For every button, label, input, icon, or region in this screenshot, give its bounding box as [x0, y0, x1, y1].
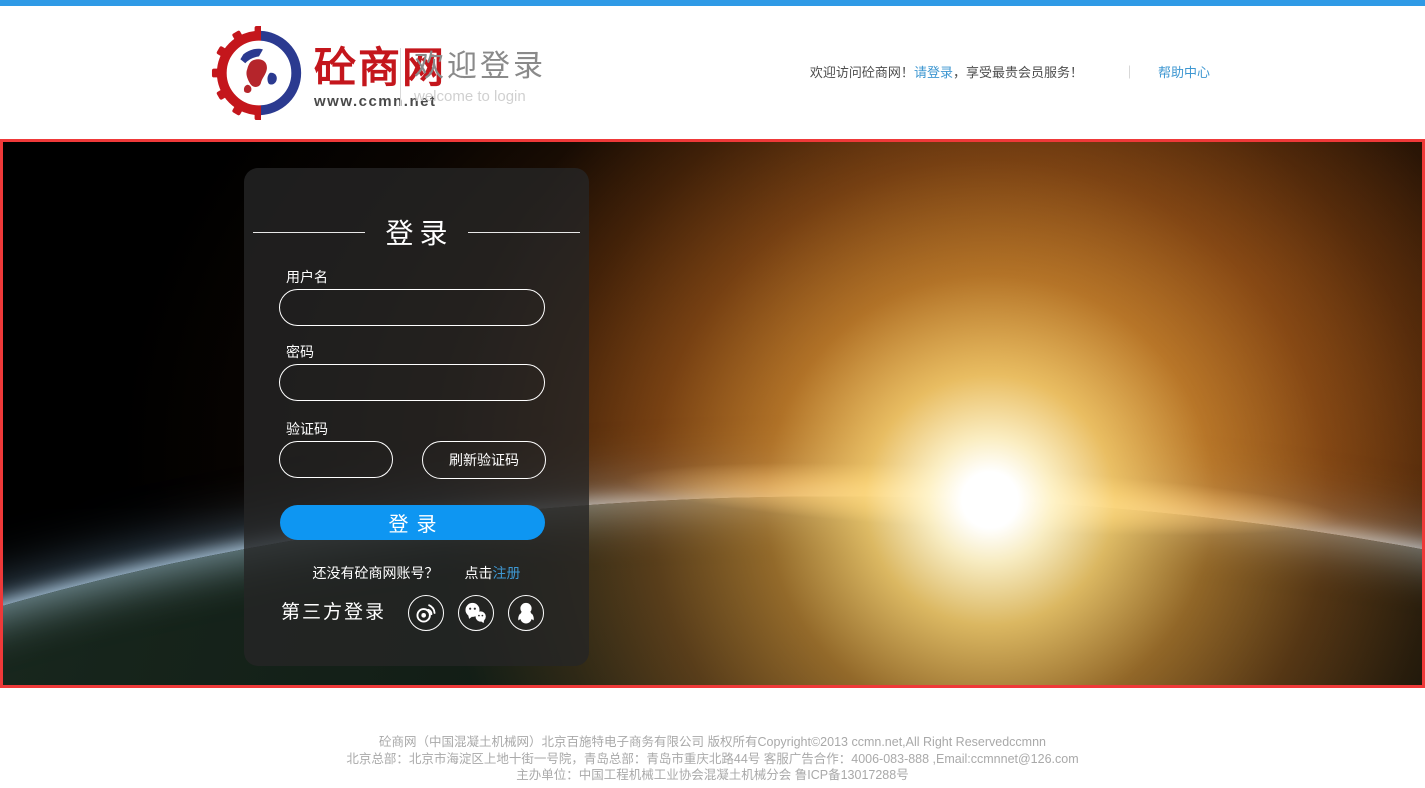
third-party-login-row: 第三方登录 — [281, 595, 558, 631]
footer-contact-line: 北京总部：北京市海淀区上地十街一号院，青岛总部：青岛市重庆北路44号 客服广告合… — [0, 751, 1425, 768]
register-link[interactable]: 注册 — [493, 563, 521, 583]
weibo-icon — [412, 599, 440, 627]
site-logo[interactable]: 砼商网 www.ccmn.net — [210, 24, 446, 122]
username-label: 用户名 — [286, 267, 328, 287]
qq-icon — [512, 599, 540, 627]
title-line-right — [468, 232, 580, 233]
header: 砼商网 www.ccmn.net 欢迎登录 welcome to login 欢… — [0, 6, 1425, 139]
password-label: 密码 — [286, 342, 314, 362]
please-login-link[interactable]: 请登录 — [914, 62, 953, 81]
footer-organizer-line: 主办单位：中国工程机械工业协会混凝土机械分会 鲁ICP备13017288号 — [0, 767, 1425, 784]
login-title: 登录 — [385, 212, 453, 252]
gear-globe-logo-icon — [210, 24, 308, 122]
visit-notice-prefix: 欢迎访问砼商网！ — [810, 62, 914, 81]
page-title: 欢迎登录 — [414, 50, 546, 84]
captcha-input[interactable] — [279, 441, 393, 478]
password-input[interactable] — [279, 364, 545, 401]
footer: 砼商网（中国混凝土机械网）北京百施特电子商务有限公司 版权所有Copyright… — [0, 734, 1425, 784]
hero-banner: 登录 用户名 密码 验证码 刷新验证码 登录 还没有砼商网账号？ 点击 注册 第… — [0, 139, 1425, 688]
click-text: 点击 — [465, 563, 493, 583]
help-center-link[interactable]: 帮助中心 — [1158, 62, 1210, 81]
username-input[interactable] — [279, 289, 545, 326]
login-page: 砼商网 www.ccmn.net 欢迎登录 welcome to login 欢… — [0, 0, 1425, 788]
wechat-login-button[interactable] — [458, 595, 494, 631]
login-button[interactable]: 登录 — [280, 505, 545, 540]
login-title-row: 登录 — [244, 212, 589, 252]
title-line-left — [253, 232, 365, 233]
page-subtitle: welcome to login — [414, 88, 546, 105]
login-panel: 登录 用户名 密码 验证码 刷新验证码 登录 还没有砼商网账号？ 点击 注册 第… — [244, 168, 589, 666]
no-account-text: 还没有砼商网账号？ — [313, 563, 439, 583]
visit-notice-suffix: ，享受最贵会员服务！ — [953, 62, 1083, 81]
wechat-icon — [462, 599, 490, 627]
third-party-label: 第三方登录 — [281, 595, 386, 631]
register-row: 还没有砼商网账号？ 点击 注册 — [244, 563, 589, 583]
footer-copyright-line: 砼商网（中国混凝土机械网）北京百施特电子商务有限公司 版权所有Copyright… — [0, 734, 1425, 751]
notice-divider: ｜ — [1123, 62, 1136, 81]
captcha-label: 验证码 — [286, 419, 328, 439]
qq-login-button[interactable] — [508, 595, 544, 631]
weibo-login-button[interactable] — [408, 595, 444, 631]
header-notice-bar: 欢迎访问砼商网！ 请登录 ，享受最贵会员服务！ ｜ 帮助中心 — [810, 62, 1210, 81]
refresh-captcha-button[interactable]: 刷新验证码 — [422, 441, 546, 479]
header-divider — [400, 48, 401, 106]
